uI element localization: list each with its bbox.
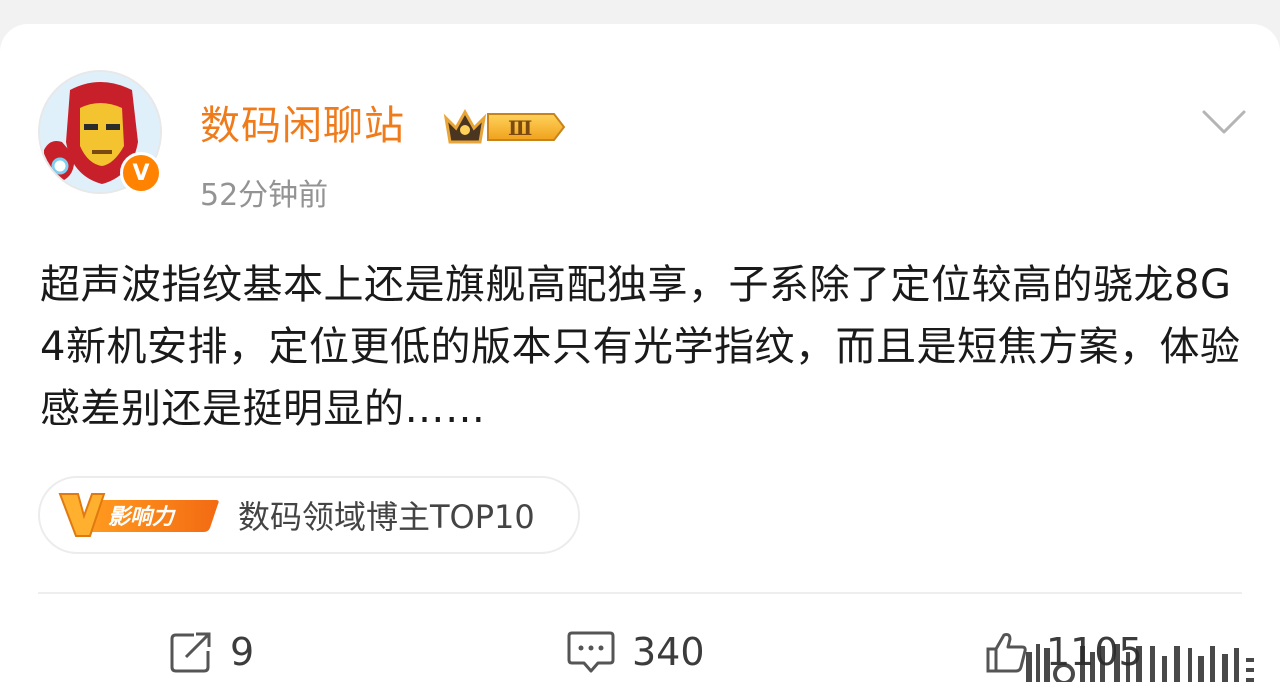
influence-tag-text: 数码领域博主TOP10 xyxy=(238,498,535,536)
watermark-logo-icon xyxy=(1020,638,1270,682)
influence-v-icon: 影响力 xyxy=(58,490,222,540)
influence-tag[interactable]: 影响力 数码领域博主TOP10 xyxy=(38,476,580,554)
repost-button[interactable]: 9 xyxy=(168,624,254,680)
repost-icon xyxy=(170,632,211,673)
comment-count: 340 xyxy=(632,630,705,674)
username[interactable]: 数码闲聊站 xyxy=(200,98,405,154)
post-body-text: 超声波指纹基本上还是旗舰高配独享，子系除了定位较高的骁龙8G4新机安排，定位更低… xyxy=(40,262,1241,432)
comment-icon xyxy=(567,631,615,673)
comment-button[interactable]: 340 xyxy=(566,624,705,680)
verified-badge-icon: V xyxy=(120,152,162,194)
post-timestamp: 52分钟前 xyxy=(200,178,329,213)
chevron-down-icon[interactable] xyxy=(1200,106,1248,138)
influence-badge-label: 影响力 xyxy=(108,505,176,530)
crown-member-level-icon: Ⅲ xyxy=(442,106,566,148)
avatar[interactable]: V xyxy=(38,70,162,194)
repost-count: 9 xyxy=(230,630,255,674)
divider xyxy=(38,592,1242,594)
weibo-post-card: V 数码闲聊站 Ⅲ 52分钟前 超声波指纹基本上还是旗舰高配独享，子系除了定位较… xyxy=(0,24,1280,682)
member-level-text: Ⅲ xyxy=(508,116,532,140)
